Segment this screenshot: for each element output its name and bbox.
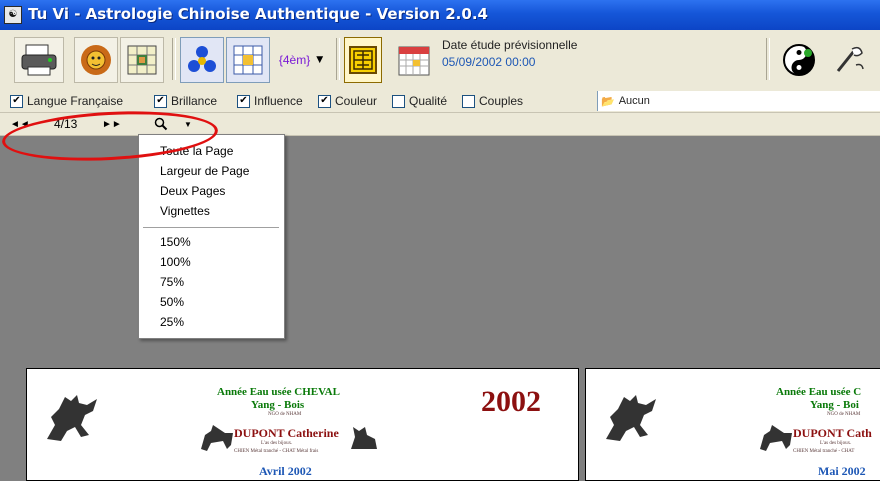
zoom-menu: Toute la Page Largeur de Page Deux Pages…: [138, 134, 285, 339]
options-bar: ✔ Langue Française ✔ Brillance ✔ Influence …: [0, 90, 880, 113]
menu-item-page-width[interactable]: Largeur de Page: [160, 162, 249, 180]
preview-page-may[interactable]: Année Eau usée C Yang - Boi NGO de NHAM …: [585, 368, 880, 481]
check-icon[interactable]: ✔: [318, 94, 331, 108]
flower-icon[interactable]: [180, 37, 224, 83]
checkbox-brillance[interactable]: ✔ Brillance: [154, 94, 217, 108]
date-label: Date étude prévisionnelle: [442, 38, 578, 52]
dropdown-arrow-icon[interactable]: ▼: [316, 55, 323, 65]
checkbox-qualite[interactable]: Qualité: [392, 94, 447, 108]
printer-icon[interactable]: [14, 37, 64, 83]
checkbox-couleur[interactable]: ✔ Couleur: [318, 94, 377, 108]
menu-item-thumbnails[interactable]: Vignettes: [160, 202, 210, 220]
menu-item-zoom-50[interactable]: 50%: [160, 293, 184, 311]
checkbox-influence[interactable]: ✔ Influence: [237, 94, 303, 108]
horse-icon: [47, 395, 97, 441]
menu-item-zoom-75[interactable]: 75%: [160, 273, 184, 291]
check-icon[interactable]: ✔: [154, 94, 167, 108]
menu-item-zoom-150[interactable]: 150%: [160, 233, 191, 251]
preview-page-april[interactable]: Année Eau usée CHEVAL Yang - Bois NGO de…: [26, 368, 579, 481]
app-icon[interactable]: ☯: [4, 6, 22, 24]
checkbox-couples[interactable]: Couples: [462, 94, 523, 108]
cat-icon: [351, 427, 377, 449]
menu-item-two-pages[interactable]: Deux Pages: [160, 182, 225, 200]
menu-item-zoom-100[interactable]: 100%: [160, 253, 191, 271]
menu-separator: [143, 227, 279, 229]
dog-icon: [760, 425, 792, 451]
folder-icon: 📂: [601, 95, 615, 108]
grid-pattern-icon[interactable]: [226, 37, 270, 83]
magic-wand-icon[interactable]: [826, 37, 872, 83]
date-value[interactable]: 05/09/2002 00:00: [442, 55, 577, 69]
check-icon[interactable]: ✔: [10, 94, 23, 108]
dog-icon: [201, 425, 233, 451]
sun-face-icon[interactable]: [74, 37, 118, 83]
calendar-icon[interactable]: [392, 37, 436, 83]
chart-grid-icon[interactable]: [120, 37, 164, 83]
study-date[interactable]: Date étude prévisionnelle 05/09/2002 00:…: [442, 38, 577, 69]
checkbox-langue[interactable]: ✔ Langue Française: [10, 94, 123, 108]
window-title: Tu Vi - Astrologie Chinoise Authentique …: [28, 5, 488, 23]
couple-select[interactable]: 📂 Aucun: [597, 91, 880, 111]
yin-yang-icon[interactable]: [776, 37, 822, 83]
chinese-character-icon[interactable]: [344, 37, 382, 83]
check-icon[interactable]: ✔: [237, 94, 250, 108]
menu-item-zoom-25[interactable]: 25%: [160, 313, 184, 331]
horse-icon: [606, 395, 656, 441]
title-bar: ☯ Tu Vi - Astrologie Chinoise Authentiqu…: [0, 0, 880, 30]
year-heading: 2002: [481, 385, 541, 418]
main-toolbar: {4èm} ▼ Date étude prévisionnelle 05/09/…: [0, 30, 880, 91]
fourth-house-button[interactable]: {4èm} ▼: [272, 37, 330, 83]
